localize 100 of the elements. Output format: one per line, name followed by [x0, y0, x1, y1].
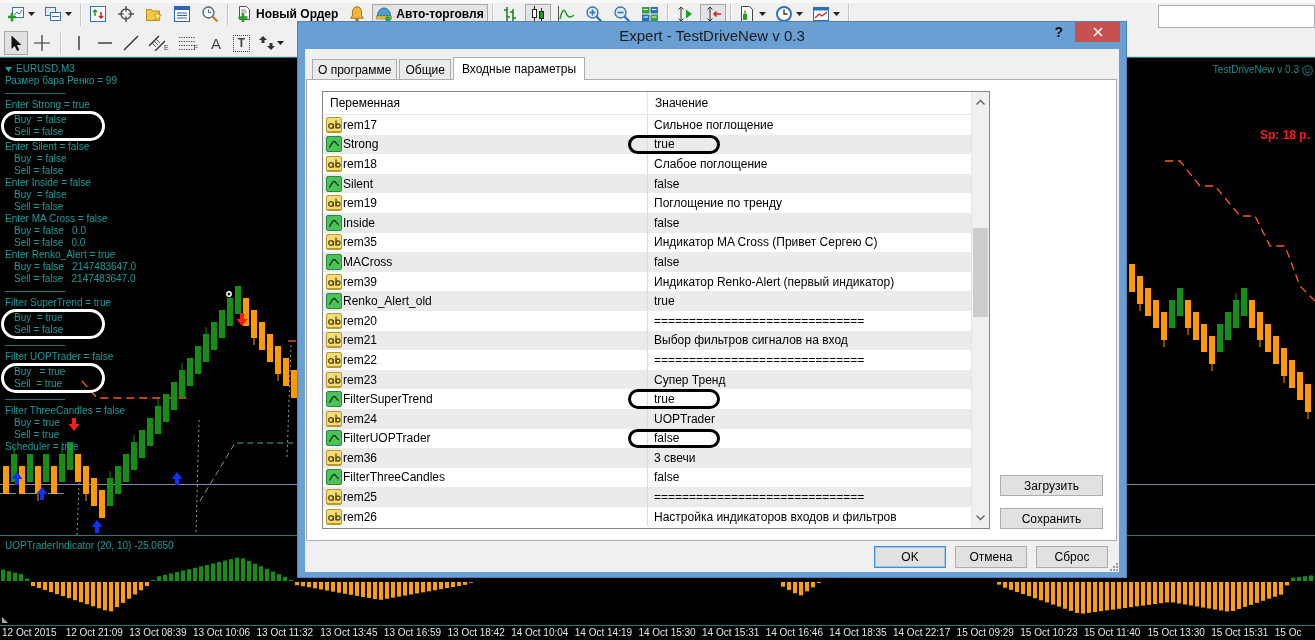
- time-axis-label: 13 Oct 16:59: [383, 626, 442, 640]
- chart-comment-line: Buy = false 0.0: [14, 225, 86, 237]
- document-bar-icon[interactable]: [738, 6, 755, 22]
- help-button[interactable]: ?: [1052, 22, 1065, 42]
- chart-plus-icon[interactable]: [8, 6, 24, 22]
- candlestick-icon[interactable]: [529, 6, 546, 22]
- text-type-icon: [326, 116, 342, 133]
- down-candle: [1209, 336, 1215, 372]
- parameter-row[interactable]: Inside false: [323, 212, 971, 233]
- drawing-tool-button[interactable]: A: [203, 31, 228, 55]
- time-axis-label: 15 Oct 09:29: [956, 626, 1014, 640]
- dotted-lines-icon[interactable]: [178, 35, 195, 51]
- magnifier-icon[interactable]: [202, 6, 218, 22]
- chart-window-icon[interactable]: [812, 6, 829, 22]
- spread-value: Sp: 18 р.: [1260, 128, 1310, 142]
- caret-icon[interactable]: [28, 12, 35, 16]
- parameter-row[interactable]: Renko_Alert_old true: [323, 291, 971, 311]
- caret-icon[interactable]: [65, 12, 72, 16]
- channel-icon[interactable]: [149, 35, 165, 51]
- dialog-tab[interactable]: Общие: [399, 59, 451, 79]
- down-candle: [1185, 300, 1191, 336]
- up-candle: [147, 418, 153, 446]
- parameter-row[interactable]: Strong true: [323, 134, 971, 155]
- resize-grip-icon[interactable]: [1110, 563, 1118, 571]
- chart-comment-line: Sell = false: [14, 126, 64, 138]
- up-arrow-icon: [171, 472, 183, 485]
- tiled-windows-icon[interactable]: [641, 6, 658, 22]
- bell-icon[interactable]: [349, 6, 366, 22]
- window-list-icon[interactable]: [174, 6, 190, 22]
- windows-icon[interactable]: [45, 6, 61, 22]
- arrows-icon[interactable]: [258, 35, 275, 51]
- side-button[interactable]: Сохранить: [1000, 508, 1103, 529]
- clock-icon[interactable]: [775, 6, 792, 22]
- parameter-row[interactable]: Silent false: [323, 173, 971, 194]
- close-button[interactable]: [1075, 22, 1120, 42]
- parameter-value: ==============================: [654, 352, 865, 367]
- up-candle: [107, 470, 113, 506]
- curve-type-icon: [326, 253, 342, 270]
- side-button[interactable]: Загрузить: [1000, 475, 1103, 496]
- hat-icon[interactable]: [376, 6, 393, 22]
- up-candle: [123, 454, 129, 482]
- up-candle: [211, 322, 217, 350]
- updown-arrow-left-icon[interactable]: [704, 6, 721, 22]
- drawing-tool-button[interactable]: T: [232, 34, 250, 52]
- parameter-row[interactable]: MACross false: [323, 252, 971, 272]
- parameter-row[interactable]: rem36 3 свечи: [323, 448, 971, 468]
- curve-type-icon: [326, 136, 342, 153]
- chevron-up-icon[interactable]: [976, 99, 985, 105]
- crosshair-icon[interactable]: [118, 6, 134, 22]
- column-header[interactable]: Значение: [648, 92, 971, 114]
- down-candle: [275, 346, 281, 382]
- parameter-name: rem25: [343, 490, 377, 505]
- arrows-box-icon[interactable]: [90, 6, 106, 22]
- updown-arrow-play-icon[interactable]: [676, 6, 693, 22]
- up-arrow-icon: [36, 487, 48, 500]
- up-candle: [1241, 288, 1247, 316]
- parameter-name: rem22: [343, 352, 377, 367]
- curve-type-icon: [326, 430, 342, 447]
- chart-comment-line: Buy = false: [14, 114, 67, 126]
- triangle-down-icon[interactable]: [5, 66, 12, 72]
- chart-comment-line: Sell = false: [14, 201, 64, 213]
- folder-star-icon[interactable]: [146, 6, 162, 22]
- parameter-row[interactable]: rem23 Супер Тренд: [323, 369, 971, 390]
- time-axis-label: 14 Oct 18:35: [829, 626, 887, 640]
- toolbar-button[interactable]: Авто-торговля: [372, 4, 488, 24]
- bar-chart-icon[interactable]: [501, 6, 518, 22]
- search-field[interactable]: [1158, 5, 1315, 28]
- caret-icon[interactable]: [758, 12, 766, 16]
- chart-comment-line: Buy = true: [14, 312, 63, 324]
- chart-comment-line: Buy = true: [14, 417, 60, 429]
- parameter-name: rem35: [343, 235, 377, 250]
- time-axis-label: 12 Oct 21:09: [65, 626, 123, 640]
- parameter-row[interactable]: rem25 ==============================: [323, 487, 971, 507]
- document-plus-icon[interactable]: [236, 6, 252, 22]
- caret-icon[interactable]: [276, 41, 284, 45]
- toolbar-button[interactable]: [524, 4, 551, 24]
- dialog-tab[interactable]: Входные параметры: [452, 57, 586, 80]
- time-axis-label: 15 Oc: [1274, 626, 1302, 640]
- chevron-down-icon[interactable]: [976, 515, 985, 521]
- parameter-row[interactable]: rem21 Выбор фильтров сигналов на вход: [323, 330, 971, 351]
- parameter-row[interactable]: rem24 UOPTrader: [323, 408, 971, 429]
- close-icon[interactable]: [1092, 27, 1103, 37]
- dialog-button[interactable]: Отмена: [955, 546, 1027, 568]
- chart-comment-line: Enter MA Cross = false: [5, 213, 108, 225]
- dialog-button[interactable]: Сброс: [1036, 546, 1108, 568]
- caret-icon[interactable]: [832, 12, 840, 16]
- time-axis-label: 15 Oct 13:30: [1147, 626, 1205, 640]
- down-candle: [75, 454, 81, 482]
- dialog-button[interactable]: OK: [874, 546, 946, 568]
- dialog-tab[interactable]: О программе: [312, 59, 398, 79]
- scrollbar-thumb[interactable]: [973, 228, 988, 317]
- indicator-label: UOPTraderIndicator (20, 10) -25.0650: [5, 540, 174, 552]
- zoom-out-icon[interactable]: [613, 6, 630, 22]
- parameter-value: Индикатор MA Cross (Привет Сергею С): [654, 235, 878, 250]
- chart-comment-line: ——————: [5, 87, 65, 99]
- vertical-scrollbar[interactable]: [971, 92, 989, 528]
- down-candle: [1137, 276, 1143, 312]
- column-header[interactable]: Переменная: [323, 92, 648, 114]
- text-type-icon: [326, 234, 342, 251]
- caret-icon[interactable]: [795, 12, 803, 16]
